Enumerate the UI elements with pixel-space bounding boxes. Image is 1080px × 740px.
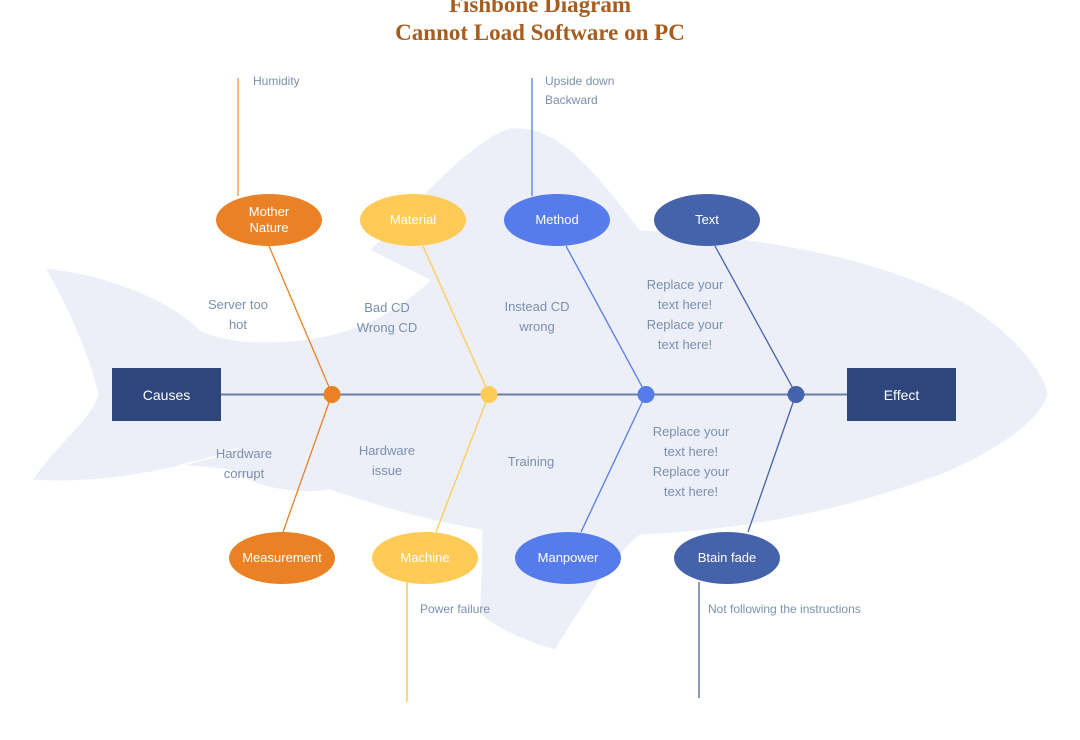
- category-text-label: Text: [695, 212, 719, 227]
- cause-label-hardware-corrupt: Hardware corrupt: [215, 446, 273, 481]
- category-machine-label: Machine: [400, 550, 450, 565]
- cause-label-server-too-hot: Server too hot: [208, 297, 268, 332]
- category-measurement-label: Measurement: [242, 550, 322, 565]
- joint-dot-orange: [323, 386, 341, 403]
- joint-dot-blue: [637, 386, 655, 403]
- cause-label-btain-placeholder: Replace your text here! Replace your tex…: [652, 424, 730, 499]
- effect-box-label: Effect: [883, 386, 920, 403]
- category-method-label: Method: [535, 212, 579, 227]
- cause-label-text-placeholder: Replace your text here! Replace your tex…: [646, 277, 724, 352]
- sub-cause-humidity: Humidity: [253, 74, 300, 88]
- sub-cause-not-following: Not following the instructions: [708, 602, 861, 616]
- causes-box[interactable]: Causes: [112, 368, 221, 421]
- joint-dot-yellow: [480, 386, 498, 403]
- cause-label-instead-cd: Instead CD wrong: [504, 299, 570, 334]
- category-mother-nature-label: Mother Nature: [248, 204, 290, 235]
- sub-cause-upside-down: Upside down Backward: [545, 74, 615, 107]
- sub-cause-power-failure: Power failure: [420, 602, 491, 616]
- category-method[interactable]: Method: [504, 194, 610, 246]
- category-material-label: Material: [389, 212, 437, 227]
- category-mother-nature[interactable]: Mother Nature: [216, 194, 322, 246]
- effect-box[interactable]: Effect: [847, 368, 956, 421]
- category-text[interactable]: Text: [654, 194, 760, 246]
- joint-dot-navy: [787, 386, 805, 403]
- category-btain-fade[interactable]: Btain fade: [674, 532, 780, 584]
- cause-label-bad-cd: Bad CD Wrong CD: [356, 300, 418, 335]
- category-machine[interactable]: Machine: [372, 532, 478, 584]
- cause-label-hardware-issue: Hardware issue: [358, 443, 416, 478]
- category-material[interactable]: Material: [360, 194, 466, 246]
- category-btain-fade-label: Btain fade: [697, 550, 757, 565]
- causes-box-label: Causes: [142, 386, 191, 403]
- category-measurement[interactable]: Measurement: [229, 532, 335, 584]
- category-manpower[interactable]: Manpower: [515, 532, 621, 584]
- category-manpower-label: Manpower: [537, 550, 599, 565]
- cause-label-training: Training: [507, 454, 555, 469]
